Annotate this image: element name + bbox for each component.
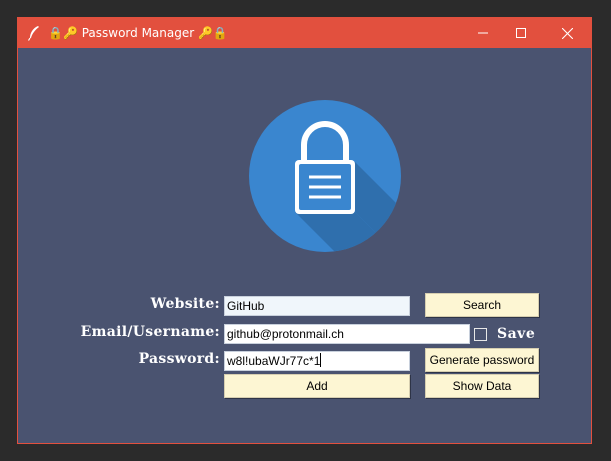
email-label: Email/Username: — [80, 324, 220, 340]
title-bar[interactable]: 🔒🔑 Password Manager 🔑🔒 — [18, 18, 591, 48]
password-input[interactable]: w8l!ubaWJr77c*1 — [224, 351, 410, 371]
generate-password-button[interactable]: Generate password — [425, 348, 539, 372]
padlock-icon — [249, 100, 401, 252]
password-value: w8l!ubaWJr77c*1 — [227, 354, 321, 368]
save-checkbox[interactable] — [474, 327, 487, 341]
window-title: 🔒🔑 Password Manager 🔑🔒 — [48, 26, 228, 40]
text-caret — [320, 353, 322, 367]
password-label: Password: — [138, 351, 220, 367]
website-label: Website: — [150, 296, 220, 312]
close-icon — [561, 27, 573, 39]
save-checkbox-row[interactable]: Save — [474, 325, 535, 343]
app-window: 🔒🔑 Password Manager 🔑🔒 Website: GitHub S… — [17, 17, 592, 444]
add-button[interactable]: Add — [224, 374, 410, 398]
search-button[interactable]: Search — [425, 293, 539, 317]
feather-icon — [27, 26, 39, 41]
show-data-button[interactable]: Show Data — [425, 374, 539, 398]
email-input[interactable]: github@protonmail.ch — [224, 324, 470, 344]
website-input[interactable]: GitHub — [224, 296, 410, 316]
save-label: Save — [497, 326, 536, 342]
maximize-button[interactable] — [498, 18, 544, 48]
close-button[interactable] — [544, 18, 590, 48]
minimize-icon — [478, 32, 488, 34]
maximize-icon — [516, 28, 526, 38]
